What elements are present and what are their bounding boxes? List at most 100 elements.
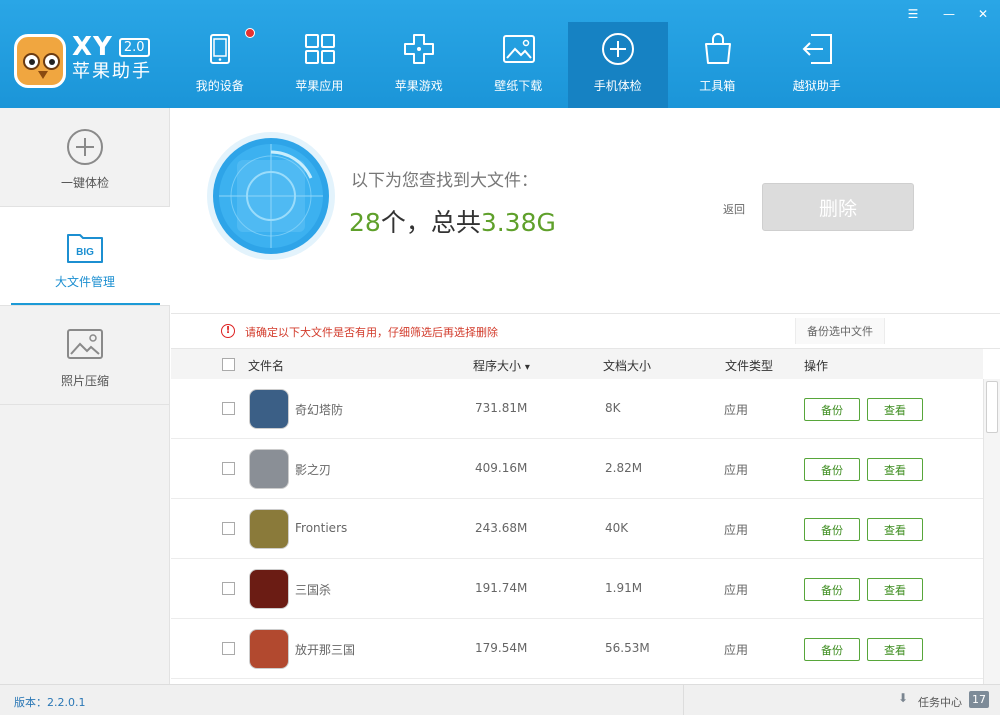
count-unit: 个，总共 xyxy=(380,208,481,237)
backup-button[interactable]: 备份 xyxy=(804,458,860,481)
brand-block: XY 2.0 苹果助手 xyxy=(72,33,152,83)
nav-label: 我的设备 xyxy=(195,79,244,93)
notification-dot xyxy=(245,28,255,38)
select-all-checkbox[interactable] xyxy=(222,358,235,371)
backup-button[interactable]: 备份 xyxy=(804,518,860,541)
checkup-plus-icon xyxy=(601,32,635,66)
backup-button[interactable]: 备份 xyxy=(804,398,860,421)
download-arrow-icon: ⬇ xyxy=(898,691,909,705)
col-program-size-label: 程序大小 xyxy=(473,359,522,373)
table-row: Frontiers 243.68M 40K 应用 备份 查看 xyxy=(171,499,983,559)
sidebar-item-big-files[interactable]: BIG 大文件管理 xyxy=(0,207,170,305)
main-nav: 我的设备 苹果应用 苹果游戏 壁纸下载 手机体检 工具箱 越狱助手 xyxy=(170,22,867,108)
file-name: 三国杀 xyxy=(295,583,332,597)
task-center[interactable]: ⬇ 任务中心 17 xyxy=(683,685,1000,715)
file-name: Frontiers xyxy=(295,521,348,535)
col-program-size[interactable]: 程序大小 ▾ xyxy=(473,357,530,374)
total-size: 3.38G xyxy=(480,208,556,237)
program-size: 191.74M xyxy=(475,581,528,595)
view-button[interactable]: 查看 xyxy=(867,638,923,661)
sidebar-item-photo-compress[interactable]: 照片压缩 xyxy=(0,306,170,404)
warning-text: 请确定以下大文件是否有用，仔细筛选后再选择删除 xyxy=(245,326,498,339)
version-text: 版本：2.2.0.1 xyxy=(14,696,86,709)
menu-icon[interactable]: ☰ xyxy=(896,0,930,28)
row-checkbox[interactable] xyxy=(222,462,235,475)
owl-logo-icon xyxy=(14,34,66,88)
row-checkbox[interactable] xyxy=(222,642,235,655)
backup-selected-button[interactable]: 备份选中文件 xyxy=(795,318,885,344)
minimize-icon[interactable]: — xyxy=(932,0,966,28)
table-header: 文件名 程序大小 ▾ 文档大小 文件类型 操作 xyxy=(171,349,983,379)
file-name: 影之刃 xyxy=(295,463,332,477)
col-doc-size: 文档大小 xyxy=(603,359,652,373)
summary-count: 28个，总共3.38G xyxy=(349,203,556,239)
summary-panel: 以下为您查找到大文件： 28个，总共3.38G 返回 删除 xyxy=(171,108,1000,313)
col-name: 文件名 xyxy=(248,359,285,373)
doc-size: 56.53M xyxy=(605,641,650,655)
big-badge: BIG xyxy=(76,247,94,258)
sidebar-item-quick-checkup[interactable]: 一键体检 xyxy=(0,108,170,206)
row-checkbox[interactable] xyxy=(222,582,235,595)
col-action: 操作 xyxy=(804,359,829,373)
file-name: 放开那三国 xyxy=(295,643,356,657)
apps-grid-icon xyxy=(303,32,337,66)
nav-item-wallpaper[interactable]: 壁纸下载 xyxy=(469,22,569,108)
nav-label: 手机体检 xyxy=(593,79,642,93)
view-button[interactable]: 查看 xyxy=(867,458,923,481)
app-icon xyxy=(249,449,289,489)
app-logo xyxy=(14,30,66,88)
back-link[interactable]: 返回 xyxy=(723,201,745,217)
table-scrollbar[interactable] xyxy=(983,379,1000,684)
task-count-badge: 17 xyxy=(969,691,989,708)
program-size: 243.68M xyxy=(475,521,528,535)
sidebar-item-label: 大文件管理 xyxy=(54,275,115,289)
top-header: XY 2.0 苹果助手 我的设备 苹果应用 苹果游戏 壁纸下载 手机体检 工具箱… xyxy=(0,0,1000,108)
file-count: 28 xyxy=(349,208,381,237)
app-icon xyxy=(249,569,289,609)
nav-label: 工具箱 xyxy=(699,79,736,93)
delete-button[interactable]: 删除 xyxy=(762,183,914,231)
sort-desc-icon: ▾ xyxy=(524,362,530,373)
table-row: 三国杀 191.74M 1.91M 应用 备份 查看 xyxy=(171,559,983,619)
file-type: 应用 xyxy=(724,403,749,417)
nav-item-checkup[interactable]: 手机体检 xyxy=(568,22,668,108)
program-size: 409.16M xyxy=(475,461,528,475)
scan-radar-icon xyxy=(205,130,337,262)
task-center-label: 任务中心 xyxy=(918,696,962,709)
wallpaper-icon xyxy=(502,32,536,66)
gamepad-icon xyxy=(402,32,436,66)
table-row: 奇幻塔防 731.81M 8K 应用 备份 查看 xyxy=(171,379,983,439)
sidebar-item-label: 照片压缩 xyxy=(60,374,109,388)
nav-item-apple-apps[interactable]: 苹果应用 xyxy=(270,22,370,108)
view-button[interactable]: 查看 xyxy=(867,398,923,421)
summary-caption: 以下为您查找到大文件： xyxy=(351,171,538,191)
close-icon[interactable]: ✕ xyxy=(966,0,1000,28)
backup-button[interactable]: 备份 xyxy=(804,578,860,601)
row-checkbox[interactable] xyxy=(222,402,235,415)
view-button[interactable]: 查看 xyxy=(867,578,923,601)
warning-icon: ! xyxy=(221,324,235,338)
sidebar: 一键体检 BIG 大文件管理 照片压缩 xyxy=(0,108,170,684)
view-button[interactable]: 查看 xyxy=(867,518,923,541)
app-name: 苹果助手 xyxy=(72,61,152,82)
nav-item-apple-games[interactable]: 苹果游戏 xyxy=(369,22,469,108)
warning-bar: ! 请确定以下大文件是否有用，仔细筛选后再选择删除 备份选中文件 xyxy=(171,313,1000,349)
jailbreak-icon xyxy=(800,32,834,66)
nav-label: 越狱助手 xyxy=(792,79,841,93)
doc-size: 1.91M xyxy=(605,581,643,595)
plus-circle-icon xyxy=(66,128,104,166)
nav-item-jailbreak[interactable]: 越狱助手 xyxy=(767,22,867,108)
file-type: 应用 xyxy=(724,463,749,477)
file-table: 奇幻塔防 731.81M 8K 应用 备份 查看 影之刃 409.16M 2.8… xyxy=(171,379,983,684)
table-row: 放开那三国 179.54M 56.53M 应用 备份 查看 xyxy=(171,619,983,679)
nav-item-my-device[interactable]: 我的设备 xyxy=(170,22,270,108)
row-checkbox[interactable] xyxy=(222,522,235,535)
app-icon xyxy=(249,629,289,669)
backup-button[interactable]: 备份 xyxy=(804,638,860,661)
nav-item-toolbox[interactable]: 工具箱 xyxy=(668,22,768,108)
file-name: 奇幻塔防 xyxy=(295,403,344,417)
nav-label: 苹果应用 xyxy=(295,79,344,93)
big-file-icon: BIG xyxy=(66,227,104,265)
program-size: 731.81M xyxy=(475,401,528,415)
scrollbar-thumb[interactable] xyxy=(986,381,998,433)
